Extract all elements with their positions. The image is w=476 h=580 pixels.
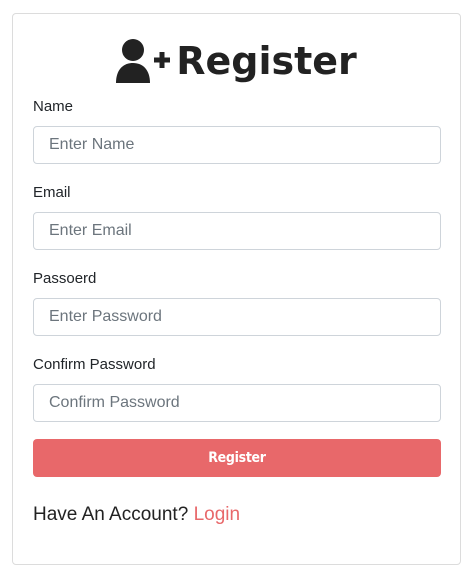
password-label: Passoerd [33,270,97,287]
page-title: Register [176,39,357,83]
name-label: Name [33,98,74,115]
confirm-password-label: Confirm Password [33,356,156,373]
email-label: Email [33,184,71,201]
login-prompt: Have An Account? Login [33,504,240,526]
have-account-text: Have An Account? [33,504,189,525]
password-input[interactable] [33,298,441,336]
register-header: Register [13,36,460,86]
login-link[interactable]: Login [194,504,241,525]
email-input[interactable] [33,212,441,250]
user-plus-icon [116,37,172,85]
register-button[interactable]: Register [33,439,441,477]
name-input[interactable] [33,126,441,164]
register-card: Register Name Email Passoerd Confirm Pas… [12,13,461,565]
confirm-password-input[interactable] [33,384,441,422]
